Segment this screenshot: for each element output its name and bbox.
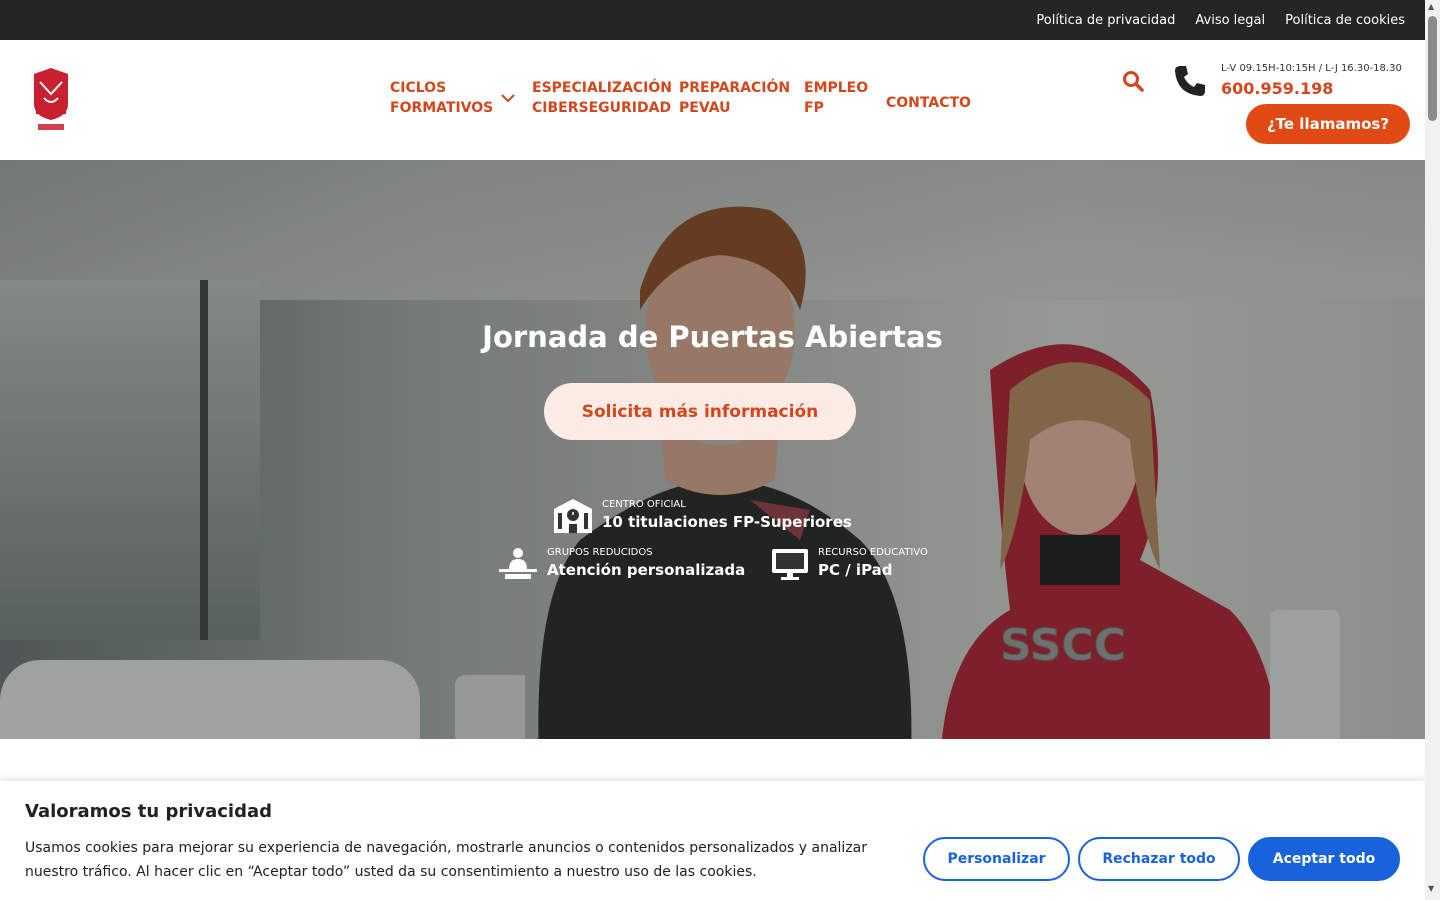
chevron-down-icon[interactable]: [501, 91, 515, 105]
logo[interactable]: [30, 68, 72, 134]
phone-number[interactable]: 600.959.198: [1221, 79, 1333, 98]
cookie-text: Usamos cookies para mejorar su experienc…: [25, 840, 867, 880]
scroll-up-arrow-icon[interactable]: ▲: [1428, 2, 1434, 11]
main-nav: CICLOS FORMATIVOS ESPECIALIZACIÓN CIBERS…: [390, 78, 986, 118]
scrollbar[interactable]: [1425, 0, 1440, 900]
feature-value: Atención personalizada: [547, 561, 746, 579]
cookie-title: Valoramos tu privacidad: [25, 801, 273, 822]
monitor-icon: [772, 548, 808, 580]
nav-preparacion-pevau[interactable]: PREPARACIÓN PEVAU: [679, 78, 804, 118]
feature-educational-resource: RECURSO EDUCATIVO PC / iPad: [770, 546, 928, 581]
nav-label: PREPARACIÓN: [679, 80, 791, 96]
top-bar: Política de privacidad Aviso legal Polít…: [0, 0, 1425, 40]
call-me-button[interactable]: ¿Te llamamos?: [1246, 104, 1410, 144]
customize-button[interactable]: Personalizar: [923, 837, 1070, 881]
reject-all-button[interactable]: Rechazar todo: [1078, 837, 1240, 881]
teacher-desk-icon: [499, 547, 537, 579]
cookie-banner: Valoramos tu privacidad Usamos cookies p…: [0, 781, 1425, 900]
hero-banner: SSCC Jornada de Puertas Abiertas Solicit…: [0, 160, 1425, 739]
feature-label: CENTRO OFICIAL: [602, 499, 686, 510]
accept-all-button[interactable]: Aceptar todo: [1248, 837, 1400, 881]
nav-especializacion-ciberseguridad[interactable]: ESPECIALIZACIÓN CIBERSEGURIDAD: [532, 78, 679, 118]
site-header: CICLOS FORMATIVOS ESPECIALIZACIÓN CIBERS…: [0, 40, 1425, 160]
phone-icon: [1175, 66, 1205, 96]
request-info-button[interactable]: Solicita más información: [544, 383, 856, 440]
scroll-down-arrow-icon[interactable]: ▼: [1428, 884, 1434, 893]
school-building-icon: [554, 498, 592, 533]
nav-ciclos-formativos[interactable]: CICLOS FORMATIVOS: [390, 78, 532, 118]
nav-label: PEVAU: [679, 100, 731, 116]
nav-label: FP: [804, 100, 824, 116]
nav-label: FORMATIVOS: [390, 100, 494, 116]
cookie-policy-link[interactable]: Política de cookies: [1285, 13, 1405, 28]
opening-hours: L-V 09.15H-10:15H / L-J 16.30-18.30: [1221, 63, 1402, 74]
nav-label: CICLOS: [390, 80, 447, 96]
feature-value: 10 titulaciones FP-Superiores: [602, 513, 852, 531]
legal-notice-link[interactable]: Aviso legal: [1195, 13, 1265, 28]
nav-label: ESPECIALIZACIÓN: [532, 80, 673, 96]
scrollbar-thumb[interactable]: [1428, 16, 1437, 121]
nav-label: CIBERSEGURIDAD: [532, 100, 672, 116]
nav-empleo-fp[interactable]: EMPLEO FP: [804, 78, 886, 118]
hero-overlay: [0, 160, 1425, 739]
feature-label: RECURSO EDUCATIVO: [818, 547, 928, 558]
nav-label: EMPLEO: [804, 80, 869, 96]
feature-value: PC / iPad: [818, 561, 893, 579]
nav-label: CONTACTO: [886, 95, 971, 111]
nav-contacto[interactable]: CONTACTO: [886, 78, 986, 118]
hero-title: Jornada de Puertas Abiertas: [482, 320, 943, 354]
privacy-policy-link[interactable]: Política de privacidad: [1036, 13, 1175, 28]
search-icon[interactable]: [1122, 70, 1144, 92]
feature-official-center: CENTRO OFICIAL 10 titulaciones FP-Superi…: [552, 498, 852, 533]
feature-label: GRUPOS REDUCIDOS: [547, 547, 653, 558]
feature-small-groups: GRUPOS REDUCIDOS Atención personalizada: [497, 546, 745, 581]
